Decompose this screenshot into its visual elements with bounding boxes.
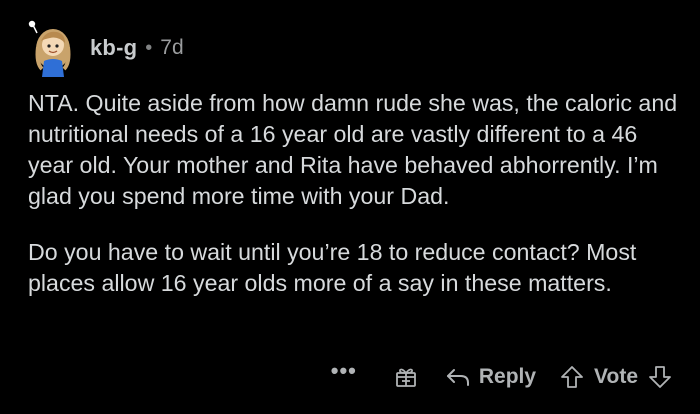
- comment: kb-g • 7d NTA. Quite aside from how damn…: [0, 0, 700, 414]
- reply-label: Reply: [478, 365, 537, 388]
- comment-age: 7d: [160, 36, 184, 59]
- upvote-arrow-icon: [561, 366, 583, 388]
- comment-body: NTA. Quite aside from how damn rude she …: [28, 88, 678, 324]
- upvote-button[interactable]: [560, 365, 594, 389]
- vote-label: Vote: [594, 365, 638, 388]
- snoo-avatar-icon: [28, 20, 71, 77]
- comment-actions: ••• Reply Vote: [331, 360, 672, 394]
- award-button[interactable]: [395, 366, 417, 388]
- comment-paragraph: NTA. Quite aside from how damn rude she …: [28, 90, 678, 209]
- gift-icon: [395, 368, 416, 387]
- comment-header: kb-g • 7d: [22, 16, 184, 80]
- reply-arrow-icon: [446, 369, 469, 386]
- meta-separator: •: [145, 36, 153, 59]
- username[interactable]: kb-g: [90, 35, 137, 61]
- reply-button[interactable]: Reply: [445, 365, 536, 389]
- downvote-button[interactable]: [648, 365, 672, 389]
- more-options-button[interactable]: •••: [331, 360, 357, 382]
- comment-paragraph: Do you have to wait until you’re 18 to r…: [28, 239, 637, 296]
- avatar[interactable]: [22, 19, 80, 77]
- downvote-arrow-icon: [649, 366, 671, 388]
